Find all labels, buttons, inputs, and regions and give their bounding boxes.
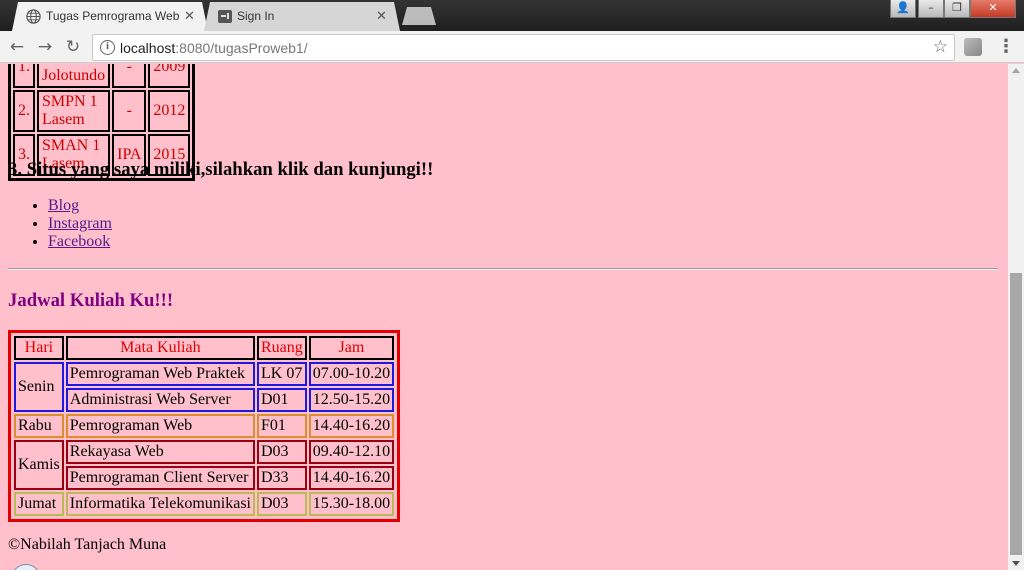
header-ruang: Ruang (256, 336, 307, 360)
tab-close-icon[interactable]: ✕ (184, 8, 195, 24)
time-cell: 14.40-16.20 (308, 414, 395, 438)
tab-tugas-pemrograma-web[interactable]: Tugas Pemrograma Web ✕ (12, 2, 208, 31)
course-cell: Administrasi Web Server (65, 388, 255, 412)
browser-titlebar: Tugas Pemrograma Web ✕ Sign In ✕ 👤 – ❐ ✕ (0, 0, 1024, 31)
url-text: localhost:8080/tugasProweb1/ (120, 40, 308, 56)
tab-sign-in[interactable]: Sign In ✕ (204, 2, 400, 31)
extension-icon[interactable] (964, 38, 982, 56)
day-cell: Senin (14, 362, 64, 412)
back-arrow-icon[interactable]: ← (6, 36, 28, 58)
footer-copyright: ©Nabilah Tanjach Muna (8, 536, 167, 553)
time-cell: 07.00-10.20 (308, 362, 395, 386)
new-tab-button[interactable] (402, 7, 436, 25)
schedule-table: Hari Mata Kuliah Ruang Jam Senin Pemrogr… (8, 330, 401, 522)
time-cell: 14.40-16.20 (308, 466, 395, 490)
blog-link[interactable]: Blog (48, 197, 79, 214)
maximize-icon[interactable]: ❐ (944, 0, 970, 18)
course-cell: Pemrograman Web (65, 414, 255, 438)
room-cell: LK 07 (256, 362, 307, 386)
close-window-icon[interactable]: ✕ (970, 0, 1016, 18)
globe-icon (26, 9, 41, 24)
table-row: Senin Pemrograman Web Praktek LK 07 07.0… (14, 362, 395, 412)
page-viewport: 1. SDN 1 Jolotundo - 2009 2. SMPN 1 Lase… (0, 64, 1008, 570)
browser-toolbar: ← → ↻ i localhost:8080/tugasProweb1/ ☆ (0, 31, 1024, 63)
address-bar[interactable]: i localhost:8080/tugasProweb1/ ☆ (92, 34, 955, 61)
header-mata-kuliah: Mata Kuliah (65, 336, 255, 360)
header-jam: Jam (308, 336, 395, 360)
table-header-row: Hari Mata Kuliah Ruang Jam (14, 336, 395, 360)
scroll-up-arrow-icon[interactable] (1012, 68, 1020, 73)
course-cell: Pemrograman Web Praktek (65, 362, 255, 386)
course-cell: Pemrograman Client Server (65, 466, 255, 490)
edu-no: 2. (13, 90, 35, 132)
horizontal-rule (8, 268, 998, 270)
table-row: Jumat Informatika Telekomunikasi D03 15.… (14, 492, 395, 516)
tab-close-icon[interactable]: ✕ (376, 8, 387, 24)
minimize-icon[interactable]: – (918, 0, 944, 18)
list-item: Facebook (48, 233, 112, 251)
info-icon[interactable]: i (100, 40, 115, 55)
edu-no: 1. (13, 64, 35, 88)
tab-title: Tugas Pemrograma Web (46, 9, 180, 23)
edu-dept: - (112, 64, 147, 88)
room-cell: D03 (256, 440, 307, 464)
room-cell: D01 (256, 388, 307, 412)
edu-school: SDN 1 Jolotundo (37, 64, 111, 88)
table-row: Pemrograman Client Server D33 14.40-16.2… (14, 466, 395, 490)
user-profile-icon[interactable]: 👤 (890, 0, 916, 18)
scrollbar-thumb[interactable] (1010, 273, 1022, 555)
url-host: localhost (120, 40, 176, 56)
time-cell: 15.30-18.00 (308, 492, 395, 516)
header-hari: Hari (14, 336, 64, 360)
url-path: :8080/tugasProweb1/ (175, 40, 308, 56)
list-item: Instagram (48, 215, 112, 233)
day-cell: Jumat (14, 492, 64, 516)
edu-year: 2009 (148, 64, 191, 88)
forward-arrow-icon[interactable]: → (34, 36, 56, 58)
day-cell: Rabu (14, 414, 64, 438)
day-cell: Kamis (14, 440, 64, 490)
reload-icon[interactable]: ↻ (62, 36, 84, 58)
table-row: 1. SDN 1 Jolotundo - 2009 (13, 64, 191, 88)
table-row: Rabu Pemrograman Web F01 14.40-16.20 (14, 414, 395, 438)
table-row: Administrasi Web Server D01 12.50-15.20 (14, 388, 395, 412)
time-cell: 12.50-15.20 (308, 388, 395, 412)
scroll-down-arrow-icon[interactable] (1012, 561, 1020, 566)
time-cell: 09.40-12.10 (308, 440, 395, 464)
bookmark-star-icon[interactable]: ☆ (933, 37, 948, 57)
course-cell: Rekayasa Web (65, 440, 255, 464)
room-cell: F01 (256, 414, 307, 438)
footer-logo-icon (11, 564, 41, 570)
room-cell: D33 (256, 466, 307, 490)
room-cell: D03 (256, 492, 307, 516)
table-row: 2. SMPN 1 Lasem - 2012 (13, 90, 191, 132)
tab-title: Sign In (237, 9, 275, 23)
table-row: Kamis Rekayasa Web D03 09.40-12.10 (14, 440, 395, 490)
edu-year: 2012 (148, 90, 191, 132)
site-links-list: Blog Instagram Facebook (8, 197, 112, 251)
menu-dots-icon[interactable]: ⋮ (996, 37, 1016, 59)
edu-dept: - (112, 90, 147, 132)
list-item: Blog (48, 197, 112, 215)
sites-heading: 3. Situs yang saya miliki,silahkan klik … (8, 159, 434, 180)
sign-in-favicon-icon (218, 10, 232, 23)
instagram-link[interactable]: Instagram (48, 215, 112, 232)
course-cell: Informatika Telekomunikasi (65, 492, 255, 516)
facebook-link[interactable]: Facebook (48, 233, 110, 250)
vertical-scrollbar[interactable] (1008, 64, 1024, 570)
schedule-heading: Jadwal Kuliah Ku!!! (8, 290, 174, 311)
edu-school: SMPN 1 Lasem (37, 90, 111, 132)
